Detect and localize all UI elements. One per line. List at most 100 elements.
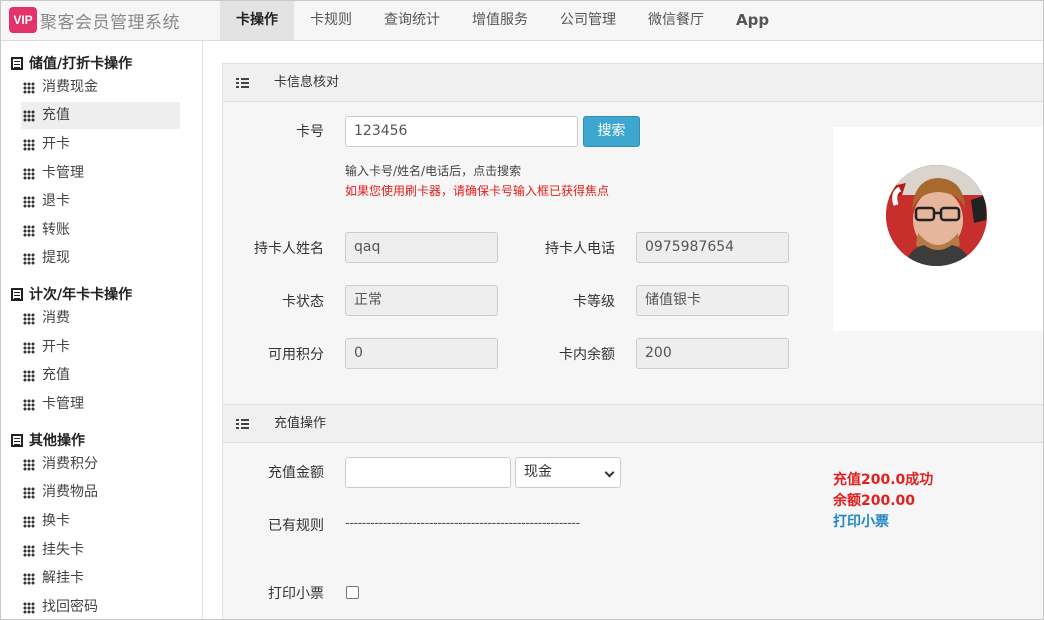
print-receipt-label: 打印小票 xyxy=(268,586,324,602)
nav-app[interactable]: App xyxy=(720,1,785,40)
panel-title: 卡信息核对 xyxy=(274,75,340,90)
amount-input[interactable] xyxy=(345,457,511,488)
sidebar-item-label: 转账 xyxy=(42,222,70,238)
sidebar-group-title: 计次/年卡卡操作 xyxy=(29,287,133,303)
grid-icon xyxy=(23,544,35,557)
sidebar-item-label: 找回密码 xyxy=(42,599,98,615)
holder-phone-label: 持卡人电话 xyxy=(545,241,615,257)
search-hint: 输入卡号/姓名/电话后，点击搜索 xyxy=(345,164,522,178)
points-label: 可用积分 xyxy=(268,347,324,363)
status-label: 卡状态 xyxy=(282,294,324,310)
sidebar-item-label: 开卡 xyxy=(42,136,70,152)
sidebar-item-unfreeze[interactable]: 解挂卡 xyxy=(21,565,180,592)
app-window: VIP 聚客会员管理系统 卡操作 卡规则 查询统计 增值服务 公司管理 微信餐厅… xyxy=(0,0,1044,620)
grid-icon xyxy=(23,312,35,325)
payment-method-value: 现金 xyxy=(524,464,552,480)
sidebar-group-count-card[interactable]: 计次/年卡卡操作 xyxy=(11,284,132,304)
sidebar-item-card-mgmt[interactable]: 卡管理 xyxy=(21,160,180,187)
sidebar-item-recharge[interactable]: 充值 xyxy=(21,102,180,129)
status-field: 正常 xyxy=(345,285,498,316)
sidebar-item-recover-password[interactable]: 找回密码 xyxy=(21,594,180,619)
sidebar-item-open-card[interactable]: 开卡 xyxy=(21,131,180,158)
nav-company-mgmt[interactable]: 公司管理 xyxy=(544,1,632,40)
sidebar: 储值/打折卡操作 消费现金 充值 开卡 卡管理 退卡 转账 提现 计次/年卡卡操… xyxy=(1,41,203,619)
nav-query-stats[interactable]: 查询统计 xyxy=(368,1,456,40)
nav-wechat-restaurant[interactable]: 微信餐厅 xyxy=(632,1,720,40)
sidebar-item-label: 提现 xyxy=(42,250,70,266)
sidebar-item-label: 消费 xyxy=(42,310,70,326)
vip-logo-icon: VIP xyxy=(9,7,37,33)
payment-method-select[interactable]: 现金 xyxy=(515,457,621,488)
list-icon xyxy=(11,56,23,70)
grid-icon xyxy=(23,109,35,122)
grid-icon xyxy=(23,81,35,94)
sidebar-item-report-loss[interactable]: 挂失卡 xyxy=(21,537,180,564)
sidebar-item-consume-points[interactable]: 消费积分 xyxy=(21,451,180,478)
grid-icon xyxy=(23,515,35,528)
nav-value-added[interactable]: 增值服务 xyxy=(456,1,544,40)
member-photo-box xyxy=(833,127,1043,331)
holder-name-field: qaq xyxy=(345,232,498,263)
sidebar-group-title: 储值/打折卡操作 xyxy=(29,56,133,72)
avatar xyxy=(886,165,987,266)
sidebar-item-refund-card[interactable]: 退卡 xyxy=(21,188,180,215)
points-field: 0 xyxy=(345,338,498,369)
sidebar-item-label: 开卡 xyxy=(42,339,70,355)
sidebar-group-title: 其他操作 xyxy=(29,433,85,449)
balance-message: 余额200.00 xyxy=(833,493,916,509)
nav-card-ops[interactable]: 卡操作 xyxy=(220,1,294,40)
grid-icon xyxy=(23,458,35,471)
sidebar-item-recharge-2[interactable]: 充值 xyxy=(21,362,180,389)
grid-icon xyxy=(23,224,35,237)
sidebar-item-replace-card[interactable]: 换卡 xyxy=(21,508,180,535)
amount-label: 充值金额 xyxy=(268,465,324,481)
card-no-label: 卡号 xyxy=(296,124,324,140)
grid-icon xyxy=(23,601,35,614)
list-icon xyxy=(236,419,249,430)
sidebar-item-label: 消费积分 xyxy=(42,456,98,472)
top-navbar: VIP 聚客会员管理系统 卡操作 卡规则 查询统计 增值服务 公司管理 微信餐厅… xyxy=(1,1,1043,41)
chevron-down-icon xyxy=(604,467,615,478)
grid-icon xyxy=(23,195,35,208)
sidebar-item-label: 消费物品 xyxy=(42,484,98,500)
sidebar-item-label: 卡管理 xyxy=(42,396,84,412)
card-info-panel: 卡信息核对 卡号 123456 搜索 输入卡号/姓名/电话后，点击搜索 如果您使… xyxy=(222,63,1043,405)
panel-header: 卡信息核对 xyxy=(223,64,1043,102)
panel-title: 充值操作 xyxy=(274,416,327,431)
sidebar-item-withdraw[interactable]: 提现 xyxy=(21,245,180,272)
sidebar-item-label: 消费现金 xyxy=(42,79,98,95)
level-field: 储值银卡 xyxy=(636,285,789,316)
grid-icon xyxy=(23,167,35,180)
sidebar-item-consume-goods[interactable]: 消费物品 xyxy=(21,479,180,506)
sidebar-item-open-card-2[interactable]: 开卡 xyxy=(21,334,180,361)
sidebar-group-stored-value[interactable]: 储值/打折卡操作 xyxy=(11,53,132,73)
print-receipt-link[interactable]: 打印小票 xyxy=(833,511,889,531)
balance-label: 卡内余额 xyxy=(559,347,615,363)
grid-icon xyxy=(23,398,35,411)
rules-label: 已有规则 xyxy=(268,518,324,534)
grid-icon xyxy=(23,252,35,265)
sidebar-item-card-mgmt-2[interactable]: 卡管理 xyxy=(21,391,180,418)
grid-icon xyxy=(23,138,35,151)
holder-name-label: 持卡人姓名 xyxy=(254,241,324,257)
level-label: 卡等级 xyxy=(573,294,615,310)
search-button[interactable]: 搜索 xyxy=(583,116,640,147)
sidebar-item-label: 解挂卡 xyxy=(42,570,84,586)
sidebar-item-label: 换卡 xyxy=(42,513,70,529)
sidebar-item-cash-consume[interactable]: 消费现金 xyxy=(21,74,180,101)
nav-card-rules[interactable]: 卡规则 xyxy=(294,1,368,40)
sidebar-item-transfer[interactable]: 转账 xyxy=(21,217,180,244)
sidebar-item-consume[interactable]: 消费 xyxy=(21,305,180,332)
card-no-input[interactable]: 123456 xyxy=(345,116,578,147)
sidebar-item-label: 卡管理 xyxy=(42,165,84,181)
list-icon xyxy=(236,78,249,89)
logo[interactable]: VIP 聚客会员管理系统 xyxy=(9,6,180,34)
print-receipt-checkbox[interactable] xyxy=(346,586,359,599)
sidebar-group-other[interactable]: 其他操作 xyxy=(11,430,85,450)
grid-icon xyxy=(23,369,35,382)
sidebar-item-label: 挂失卡 xyxy=(42,542,84,558)
grid-icon xyxy=(23,486,35,499)
list-icon xyxy=(11,433,23,447)
grid-icon xyxy=(23,572,35,585)
holder-phone-field: 0975987654 xyxy=(636,232,789,263)
